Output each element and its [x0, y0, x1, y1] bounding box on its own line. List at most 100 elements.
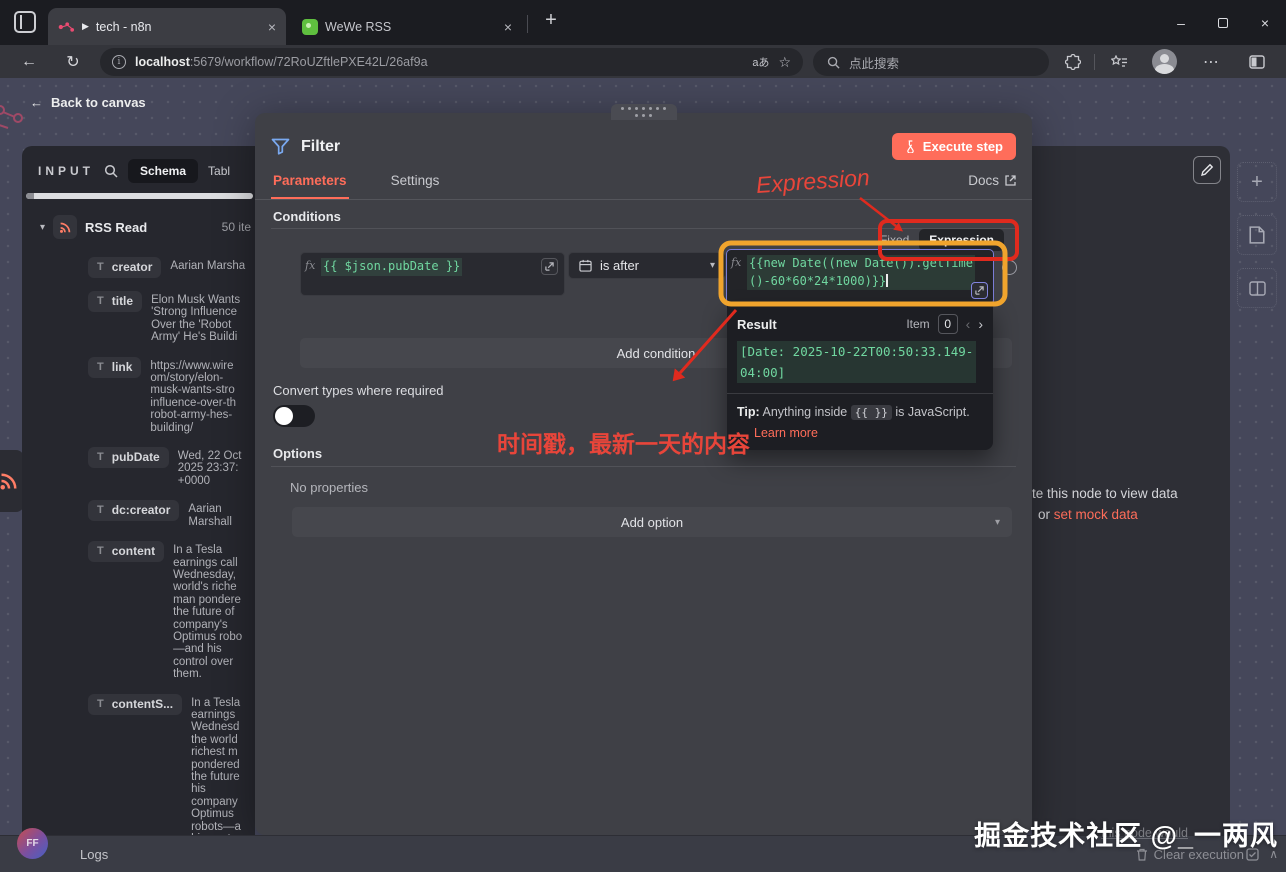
field-pill-contentsnippet[interactable]: TcontentS... [88, 693, 183, 715]
translate-icon[interactable]: aあ [752, 54, 769, 70]
string-type-icon: T [97, 545, 104, 558]
schema-search-icon[interactable] [104, 164, 118, 178]
schema-node-row[interactable]: ▾ RSS Read 50 ite [22, 199, 255, 239]
set-mock-data-link[interactable]: set mock data [1054, 507, 1138, 522]
rss-read-node-fragment[interactable] [0, 450, 24, 512]
favorites-bar-icon[interactable] [1106, 48, 1132, 76]
fx-icon: fx [305, 259, 316, 272]
url-text[interactable]: localhost:5679/workflow/72RoUZftlePXE42L… [135, 55, 743, 69]
output-hint: te this node to view data or set mock da… [1032, 486, 1178, 522]
help-circle-icon[interactable] [1002, 260, 1017, 275]
plus-icon: + [1251, 170, 1263, 193]
user-avatar[interactable]: FF [17, 828, 48, 859]
section-divider [271, 466, 1016, 467]
calendar-icon [579, 259, 592, 272]
browser-menu-icon[interactable]: ⋯ [1198, 48, 1224, 76]
canvas-toolbar: + [1237, 162, 1277, 308]
fixed-expression-toggle[interactable]: Fixed Expression [874, 229, 1004, 251]
browser-profile-avatar[interactable] [1152, 49, 1177, 74]
learn-more-link[interactable]: Learn more [727, 426, 993, 450]
file-icon [1249, 226, 1265, 244]
node-name: RSS Read [85, 219, 148, 235]
edit-output-button[interactable] [1193, 156, 1221, 184]
tab-wewe-rss[interactable]: WeWe RSS × [292, 8, 522, 45]
tab-settings[interactable]: Settings [389, 169, 442, 192]
schema-field-list: Tcreator Aarian Marsha Ttitle Elon Musk … [22, 239, 255, 835]
next-item-icon[interactable]: › [978, 316, 983, 332]
sidebar-icon[interactable] [1244, 48, 1270, 76]
tab-close-icon[interactable]: × [268, 19, 276, 35]
site-info-icon[interactable]: i [112, 55, 126, 69]
search-icon [827, 56, 840, 69]
prev-item-icon[interactable]: ‹ [966, 316, 971, 332]
fx-icon: fx [731, 256, 742, 269]
window-controls: – × [1160, 0, 1286, 45]
workspaces-icon[interactable] [14, 11, 36, 33]
schema-field-row: Tcreator Aarian Marsha [88, 257, 253, 278]
columns-icon [1248, 280, 1266, 296]
maximize-button[interactable] [1202, 0, 1244, 45]
field-value: Aarian Marsha [170, 260, 246, 272]
back-to-canvas[interactable]: ← Back to canvas [30, 95, 146, 110]
add-option-button[interactable]: Add option ▾ [292, 507, 1012, 537]
expand-expression-icon[interactable] [971, 282, 988, 299]
search-placeholder: 点此搜索 [849, 56, 900, 71]
field-pill-dc-creator[interactable]: Tdc:creator [88, 500, 180, 522]
docs-link[interactable]: Docs [968, 169, 1016, 188]
tab-n8n[interactable]: ▶ tech - n8n × [48, 8, 286, 45]
convert-types-toggle[interactable] [273, 405, 315, 427]
field-pill-creator[interactable]: Tcreator [88, 257, 162, 278]
tab-schema[interactable]: Schema [128, 159, 199, 183]
minimize-button[interactable]: – [1160, 0, 1202, 45]
condition-right-field[interactable]: fx {{new Date((new Date()).getTime ()-60… [726, 249, 994, 305]
field-value: Aarian Marshall [188, 503, 232, 528]
field-value: In a Tesla earnings Wednesd the world ri… [191, 696, 241, 835]
back-icon[interactable]: ← [14, 45, 44, 78]
schema-field-row: Tdc:creator Aarian Marshall [88, 500, 253, 528]
close-window-button[interactable]: × [1244, 0, 1286, 45]
tip-text: Tip: Anything inside {{ }} is JavaScript… [737, 405, 970, 420]
dialog-drag-handle[interactable] [610, 104, 677, 120]
execute-step-button[interactable]: Execute step [891, 133, 1016, 160]
expression-result-popup: Result Item 0 ‹ › [Date: 2025-10-22T00:5… [727, 305, 993, 450]
add-node-button[interactable]: + [1237, 162, 1277, 202]
schema-field-row: Tlink https://www.wire om/story/elon- mu… [88, 356, 253, 434]
horizontal-scrollbar[interactable] [26, 193, 253, 199]
toggle-fixed[interactable]: Fixed [874, 230, 915, 250]
browser-tabstrip: ▶ tech - n8n × WeWe RSS × + – × [0, 0, 1286, 45]
chevron-down-icon[interactable]: ▾ [40, 222, 45, 233]
screen: ▶ tech - n8n × WeWe RSS × + – × ← ↻ i lo… [0, 0, 1286, 872]
n8n-logo-icon [58, 21, 75, 32]
condition-left-field[interactable]: fx {{ $json.pubDate }} [300, 252, 565, 296]
favorite-star-icon[interactable]: ☆ [778, 54, 791, 71]
layout-panels-button[interactable] [1237, 268, 1277, 308]
string-type-icon: T [97, 295, 104, 307]
field-pill-title[interactable]: Ttitle [88, 291, 143, 312]
new-tab-button[interactable]: + [538, 9, 564, 32]
add-sticky-note-button[interactable] [1237, 215, 1277, 255]
chevron-down-icon: ▾ [994, 516, 1000, 528]
tab-parameters[interactable]: Parameters [271, 169, 349, 199]
field-pill-pubdate[interactable]: TpubDate [88, 447, 169, 469]
extensions-icon[interactable] [1060, 48, 1086, 76]
condition-operator-select[interactable]: is after ▾ [568, 252, 726, 279]
tab-table[interactable]: Tabl [208, 164, 230, 178]
right-expression-code: {{new Date((new Date()).getTime ()-60*60… [747, 255, 975, 290]
search-box[interactable]: 点此搜索 [813, 48, 1049, 76]
expand-expression-icon[interactable] [541, 258, 558, 275]
string-type-icon: T [97, 451, 104, 464]
address-bar[interactable]: i localhost:5679/workflow/72RoUZftlePXE4… [100, 48, 803, 76]
logs-panel-toggle[interactable]: Logs [80, 847, 108, 862]
string-type-icon: T [97, 504, 104, 517]
dialog-tabs: Parameters Settings Docs [255, 169, 1032, 200]
toggle-expression[interactable]: Expression [919, 229, 1004, 251]
schema-field-row: Ttitle Elon Musk Wants 'Strong Influence… [88, 291, 253, 344]
pencil-icon [1201, 163, 1214, 176]
tab-title: WeWe RSS [325, 19, 392, 34]
refresh-icon[interactable]: ↻ [58, 45, 88, 78]
field-pill-content[interactable]: Tcontent [88, 541, 165, 563]
schema-field-row: TpubDate Wed, 22 Oct 2025 23:37: +0000 [88, 447, 253, 487]
item-index-box[interactable]: 0 [937, 314, 958, 334]
field-pill-link[interactable]: Tlink [88, 356, 142, 378]
tab-close-icon[interactable]: × [504, 19, 512, 35]
